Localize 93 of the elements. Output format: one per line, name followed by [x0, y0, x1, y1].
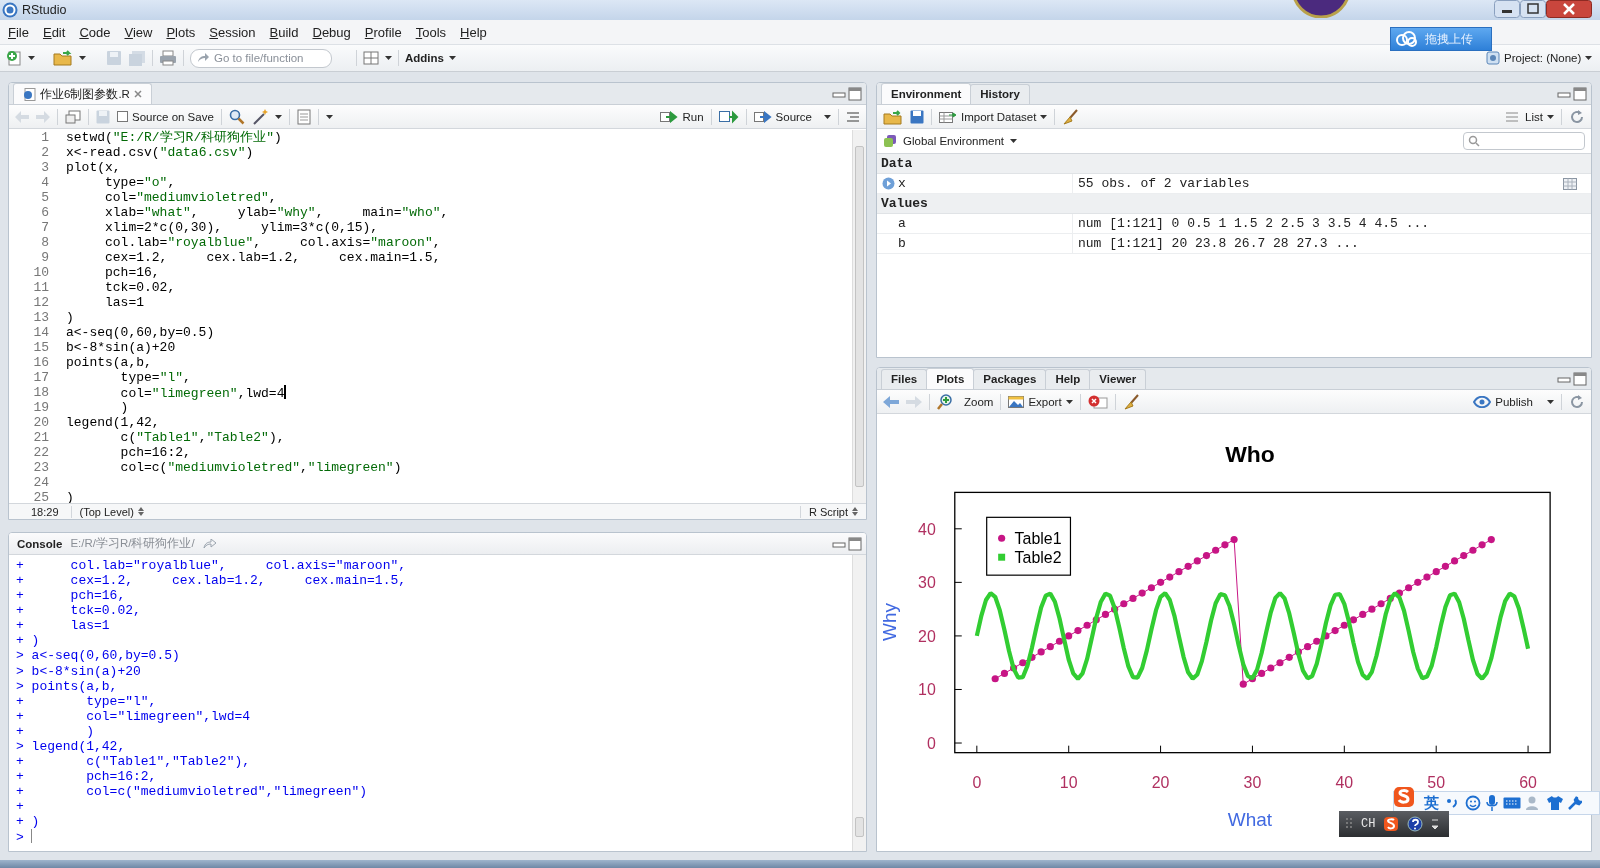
- line-number: 5: [40, 190, 49, 205]
- code-line: type="l",: [119, 370, 191, 385]
- line-number: 8: [40, 235, 49, 250]
- tick-label: 40: [1335, 773, 1354, 791]
- code-line: c("Table1","Table2"),: [119, 430, 285, 445]
- tick-label: 10: [1059, 773, 1078, 791]
- line-number: 16: [32, 355, 49, 370]
- line-number: 20: [32, 415, 49, 430]
- console-line: + col="limegreen",lwd=4: [16, 708, 251, 724]
- code-line: pch=16:2,: [119, 445, 191, 460]
- code-line: points(a,b,: [66, 355, 152, 370]
- code-line: plot(x,: [66, 160, 121, 175]
- tick-label: 0: [972, 773, 982, 791]
- tick-label: 20: [918, 627, 936, 645]
- tick-label: 30: [918, 574, 936, 592]
- line-number: 17: [32, 370, 49, 385]
- console-line: + cex=1.2, cex.lab=1.2, cex.main=1.5,: [16, 573, 407, 589]
- working-directory: E:/R/学习R/科研狗作业/: [70, 536, 195, 551]
- line-number: 24: [32, 475, 49, 490]
- code-line: col.lab="royalblue", col.axis="maroon",: [104, 235, 441, 250]
- line-number: 25: [32, 490, 49, 503]
- variable-value: num [1:121] 0 0.5 1 1.5 2 2.5 3 3.5 4 4.5 ...: [1078, 216, 1430, 231]
- line-number: 15: [32, 340, 49, 355]
- line-number: 1: [40, 130, 49, 145]
- line-number: 3: [40, 160, 49, 175]
- console-line: > a<-seq(0,60,by=0.5): [16, 648, 180, 664]
- code-line: pch=16,: [104, 265, 160, 280]
- line-number: 21: [32, 430, 49, 445]
- line-number: 13: [32, 310, 49, 325]
- tick-label: 20: [1151, 773, 1170, 791]
- console-line: + ): [16, 633, 40, 649]
- console-line: +: [16, 799, 24, 815]
- variable-value: 55 obs. of 2 variables: [1078, 176, 1250, 191]
- console-line: > b<-8*sin(a)+20: [16, 663, 141, 679]
- cursor-position: 18:29: [9, 505, 72, 518]
- line-number: 22: [32, 445, 49, 460]
- line-number: 23: [32, 460, 49, 475]
- section-header: Data: [881, 156, 913, 171]
- console-line: + las=1: [16, 618, 110, 634]
- console-line: + col=c("mediumvioletred","limegreen"): [16, 784, 368, 800]
- tick-label: 0: [926, 735, 936, 752]
- line-number: 2: [40, 145, 49, 160]
- line-number: 6: [40, 205, 49, 220]
- tick-label: 50: [1427, 773, 1446, 791]
- console-line: + pch=16:2,: [16, 769, 157, 785]
- tick-label: 10: [918, 681, 936, 699]
- console-line: > legend(1,42,: [16, 738, 126, 754]
- line-number: 12: [32, 295, 49, 310]
- axis-label: Why: [878, 603, 900, 641]
- code-line: col=c("mediumvioletred","limegreen"): [119, 460, 402, 475]
- code-line: a<-seq(0,60,by=0.5): [66, 325, 215, 340]
- console-line: + ): [16, 814, 40, 830]
- legend-label: Table2: [1014, 549, 1062, 567]
- code-line: x<-read.csv("data6.csv"): [66, 145, 254, 160]
- tick-label: 30: [1243, 773, 1262, 791]
- code-line: col="mediumvioletred",: [104, 190, 277, 205]
- console-line: + ): [16, 723, 94, 739]
- console-line: + c("Table1","Table2"),: [16, 754, 251, 769]
- line-number: 7: [40, 220, 49, 235]
- code-line: xlim=2*c(0,30), ylim=3*c(0,15),: [104, 220, 379, 235]
- code-line: legend(1,42,: [66, 415, 160, 430]
- axis-label: What: [1227, 809, 1273, 831]
- console-line: + col.lab="royalblue", col.axis="maroon",: [16, 558, 407, 573]
- code-line: xlab="what", ylab="why", main="who",: [104, 205, 449, 220]
- line-number: 18: [32, 385, 49, 400]
- code-line: cex=1.2, cex.lab=1.2, cex.main=1.5,: [104, 250, 441, 265]
- chart-title: Who: [1225, 441, 1275, 468]
- console-line: + tck=0.02,: [16, 603, 141, 619]
- line-number: 11: [32, 280, 49, 295]
- code-line: col="limegreen",lwd=4: [119, 386, 285, 401]
- console-line: + type="l",: [16, 693, 157, 709]
- section-header: Values: [881, 196, 928, 211]
- tick-label: 60: [1519, 773, 1537, 791]
- code-line: b<-8*sin(a)+20: [66, 340, 176, 355]
- tick-label: 40: [918, 520, 936, 538]
- line-number: 9: [40, 250, 49, 265]
- code-line: ): [66, 310, 74, 325]
- line-number: 4: [40, 175, 49, 190]
- console-line: + pch=16,: [16, 588, 126, 604]
- code-line: ): [66, 490, 74, 503]
- variable-value: num [1:121] 20 23.8 26.7 28 27.3 ...: [1078, 236, 1359, 251]
- window-title: RStudio: [22, 3, 67, 17]
- code-line: tck=0.02,: [104, 280, 176, 295]
- code-line: ): [119, 400, 129, 415]
- legend-label: Table1: [1014, 530, 1062, 548]
- line-number: 19: [32, 400, 49, 415]
- code-line: las=1: [104, 295, 144, 310]
- code-line: type="o",: [104, 175, 176, 190]
- line-number: 14: [32, 325, 49, 340]
- line-number: 10: [32, 265, 49, 280]
- code-line: setwd("E:/R/学习R/科研狗作业"): [66, 130, 282, 145]
- console-line: >: [16, 830, 24, 846]
- console-line: > points(a,b,: [16, 678, 118, 694]
